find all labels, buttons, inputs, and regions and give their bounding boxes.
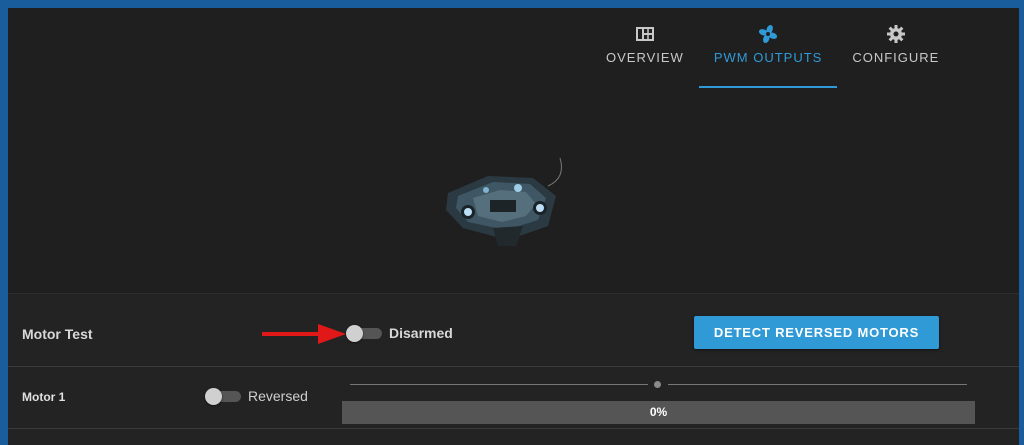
motor-slider-track-left[interactable] bbox=[350, 384, 648, 385]
gear-icon bbox=[886, 24, 906, 44]
arm-state-label: Disarmed bbox=[389, 325, 453, 341]
reversed-toggle-knob bbox=[205, 388, 222, 405]
motor-slider-handle[interactable] bbox=[654, 381, 661, 388]
detect-reversed-motors-button[interactable]: DETECT REVERSED MOTORS bbox=[694, 316, 939, 349]
motor-output-value: 0% bbox=[649, 405, 668, 419]
annotation-arrow-icon bbox=[262, 322, 350, 346]
window-frame-right bbox=[1019, 0, 1024, 445]
tab-overview[interactable]: OVERVIEW bbox=[591, 20, 699, 88]
tab-configure[interactable]: CONFIGURE bbox=[837, 20, 954, 88]
row-divider-bottom bbox=[8, 428, 1019, 429]
motor-slider-track-right[interactable] bbox=[668, 384, 967, 385]
tab-pwm-outputs[interactable]: PWM OUTPUTS bbox=[698, 20, 838, 88]
arm-toggle[interactable] bbox=[346, 325, 382, 342]
motor-output-bar: 0% bbox=[342, 401, 975, 424]
window-frame-top bbox=[0, 0, 1024, 8]
row-divider bbox=[8, 366, 1019, 367]
vehicle-model-image bbox=[438, 148, 578, 258]
motor-test-label: Motor Test bbox=[22, 326, 93, 342]
tab-overview-label: OVERVIEW bbox=[606, 50, 684, 65]
table-icon bbox=[635, 24, 655, 44]
fan-icon bbox=[758, 24, 778, 44]
reversed-label: Reversed bbox=[248, 388, 308, 404]
window-frame-left bbox=[0, 0, 8, 445]
tab-bar: OVERVIEW PWM OUTPUTS CONFIGURE bbox=[591, 20, 954, 90]
tab-configure-label: CONFIGURE bbox=[852, 50, 940, 65]
tab-pwm-outputs-label: PWM OUTPUTS bbox=[713, 50, 823, 65]
pwm-outputs-view: OVERVIEW PWM OUTPUTS CONFIGURE Motor Tes… bbox=[8, 8, 1019, 445]
motor-name-label: Motor 1 bbox=[22, 390, 66, 404]
reversed-toggle[interactable] bbox=[205, 388, 241, 405]
arm-toggle-knob bbox=[346, 325, 363, 342]
